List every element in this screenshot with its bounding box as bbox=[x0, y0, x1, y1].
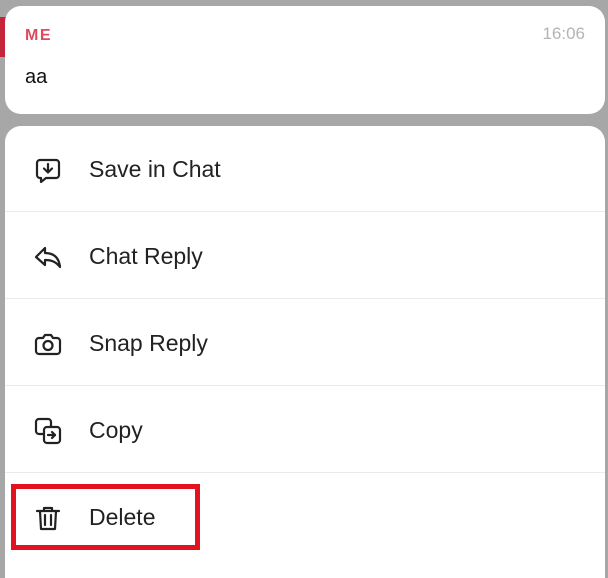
chat-reply-icon bbox=[33, 242, 63, 272]
menu-item-snap-reply[interactable]: Snap Reply bbox=[5, 300, 605, 386]
menu-label-snap-reply: Snap Reply bbox=[89, 330, 208, 356]
copy-icon bbox=[33, 416, 63, 446]
menu-item-copy[interactable]: Copy bbox=[5, 387, 605, 473]
save-in-chat-icon bbox=[33, 155, 63, 185]
message-timestamp: 16:06 bbox=[542, 24, 585, 43]
message-bubble[interactable]: ME 16:06 aa bbox=[5, 6, 605, 114]
menu-label-chat-reply: Chat Reply bbox=[89, 243, 203, 269]
camera-icon bbox=[33, 329, 63, 359]
menu-label-save-in-chat: Save in Chat bbox=[89, 156, 221, 182]
sender-label: ME bbox=[25, 27, 52, 44]
menu-item-chat-reply[interactable]: Chat Reply bbox=[5, 213, 605, 299]
message-text: aa bbox=[25, 66, 48, 88]
menu-item-save-in-chat[interactable]: Save in Chat bbox=[5, 126, 605, 212]
menu-label-copy: Copy bbox=[89, 417, 143, 443]
delete-highlight-annotation bbox=[11, 484, 200, 550]
